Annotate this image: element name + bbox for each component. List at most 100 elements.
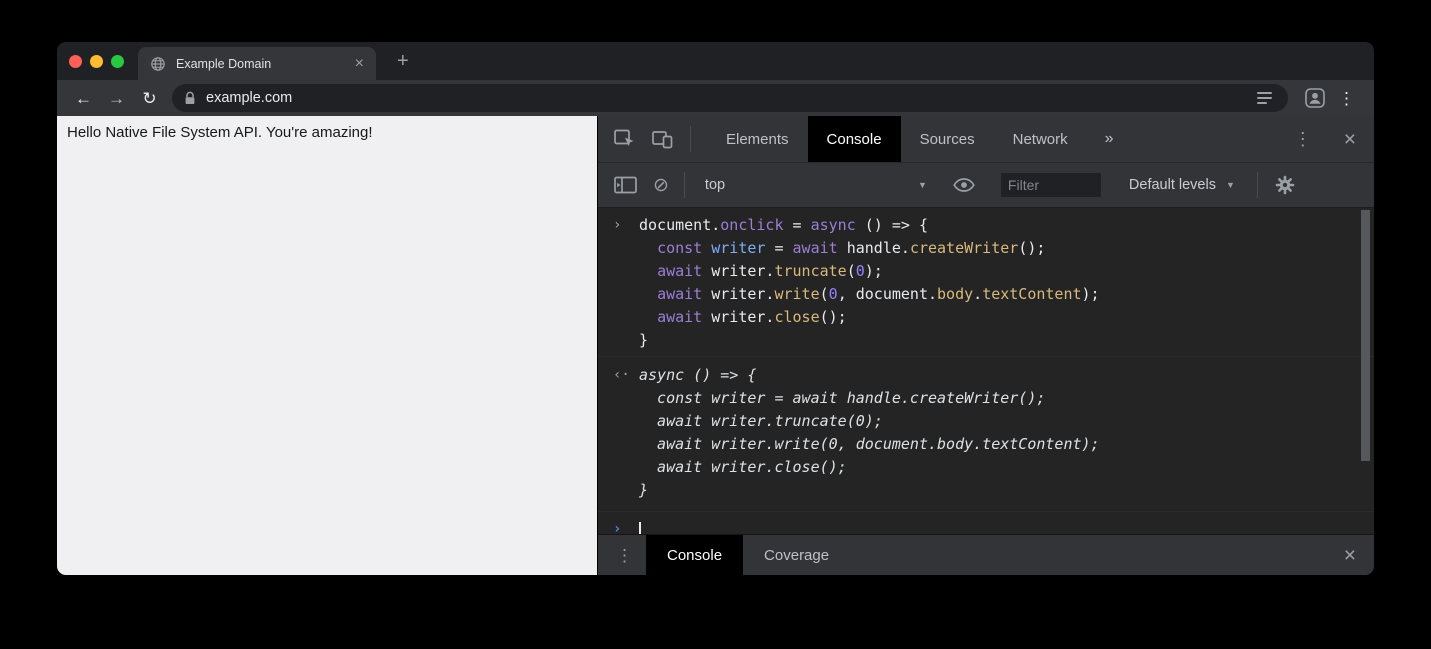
browser-menu-icon[interactable]: ⋮ [1332,90,1364,107]
page-body-text: Hello Native File System API. You're ama… [57,116,597,149]
code-token: await [657,308,702,326]
code-line: await writer.write(0, document.body.text… [639,283,1374,306]
toolbar-divider [690,126,691,152]
code-line: await writer.truncate(0); [639,260,1374,283]
prompt-chevron-icon: › [598,518,639,534]
code-token: writer. [702,285,774,303]
code-token: const [657,239,702,257]
address-bar[interactable]: example.com [172,84,1288,112]
log-levels-select[interactable]: Default levels ▼ [1129,177,1235,193]
back-button[interactable]: ← [67,90,100,107]
reload-button[interactable]: ↻ [133,90,166,107]
devtools-drawer: ⋮ Console Coverage × [598,534,1374,575]
window-controls [57,55,138,68]
console-result-entry: ‹·async () => { const writer = await han… [598,357,1374,512]
page-viewport: Hello Native File System API. You're ama… [57,116,597,575]
traffic-light-minimize-button[interactable] [90,55,103,68]
code-token: 0 [829,285,838,303]
code-token: = [765,239,792,257]
console-sidebar-icon[interactable] [614,176,637,194]
tab-elements[interactable]: Elements [707,116,808,162]
drawer-tab-console[interactable]: Console [646,535,743,575]
console-command-entry: ›document.onclick = async () => { const … [598,212,1374,357]
console-messages: › document.onclick = async () => { const … [598,208,1374,534]
code-token: handle. [838,239,910,257]
code-line: const writer = await handle.createWriter… [639,237,1374,260]
forward-button[interactable]: → [100,90,133,107]
browser-window: Example Domain × + ← → ↻ example.com ⋮ H… [57,42,1374,575]
tab-strip: Example Domain × + [57,42,1374,80]
profile-icon[interactable] [1305,88,1325,108]
traffic-light-zoom-button[interactable] [111,55,124,68]
text-cursor [639,522,641,535]
devtools-menu-icon[interactable]: ⋮ [1290,130,1316,148]
code-token: ( [820,285,829,303]
code-token: 0 [856,262,865,280]
filter-input[interactable] [1001,173,1101,197]
traffic-light-close-button[interactable] [69,55,82,68]
code-token: writer. [702,308,774,326]
drawer-close-icon[interactable]: × [1344,545,1356,566]
code-line: await writer.close(); [639,456,1374,479]
code-token: async [811,216,856,234]
devtools-panel: Elements Console Sources Network » ⋮ × ⊘… [597,116,1374,575]
code-token: await [657,262,702,280]
tab-close-icon[interactable]: × [351,56,368,72]
window-content: Hello Native File System API. You're ama… [57,116,1374,575]
scrollbar-thumb[interactable] [1361,210,1370,461]
context-select[interactable]: top ▼ [705,177,927,193]
code-line: } [639,329,1374,352]
result-arrow-icon: ‹· [598,364,639,502]
code-token: onclick [720,216,783,234]
result-code: async () => { const writer = await handl… [639,364,1374,502]
code-token: ( [847,262,856,280]
code-token [639,308,657,326]
code-token: writer [711,239,765,257]
devtools-tabs: Elements Console Sources Network » [707,116,1133,162]
code-token: close [774,308,819,326]
code-token: ); [865,262,883,280]
new-tab-button[interactable]: + [390,51,416,71]
more-tabs-icon[interactable]: » [1087,116,1133,162]
code-token: . [973,285,982,303]
url-text: example.com [206,90,1257,106]
code-token: (); [820,308,847,326]
chevron-down-icon: ▼ [1226,180,1235,190]
code-token [639,239,657,257]
settings-gear-icon[interactable] [1275,175,1295,195]
toolbar-divider [1257,172,1258,198]
code-token: } [639,331,648,349]
devtools-close-icon[interactable]: × [1344,129,1356,150]
device-toolbar-icon[interactable] [652,130,673,149]
code-line: await writer.truncate(0); [639,410,1374,433]
tab-sources[interactable]: Sources [901,116,994,162]
code-line: document.onclick = async () => { [639,214,1374,237]
clear-console-icon[interactable]: ⊘ [653,176,669,195]
inspect-element-icon[interactable] [614,129,636,149]
lock-icon[interactable] [184,91,196,106]
code-token: createWriter [910,239,1018,257]
code-token [639,285,657,303]
tab-console[interactable]: Console [808,116,901,162]
live-expression-eye-icon[interactable] [953,177,975,193]
browser-toolbar: ← → ↻ example.com ⋮ [57,80,1374,116]
drawer-tab-coverage[interactable]: Coverage [743,535,850,575]
code-token: truncate [774,262,846,280]
code-line: await writer.write(0, document.body.text… [639,433,1374,456]
chevron-down-icon: ▼ [918,180,927,190]
drawer-menu-icon[interactable]: ⋮ [616,547,633,564]
toolbar-divider [684,172,685,198]
code-line: const writer = await handle.createWriter… [639,387,1374,410]
code-token: write [774,285,819,303]
code-token: (); [1018,239,1045,257]
tab-network[interactable]: Network [994,116,1087,162]
browser-tab[interactable]: Example Domain × [138,47,376,80]
code-token: = [784,216,811,234]
code-token: ); [1082,285,1100,303]
code-token: () => { [856,216,928,234]
command-code: document.onclick = async () => { const w… [639,214,1374,352]
console-prompt[interactable]: › [598,512,1374,534]
code-line: } [639,479,1374,502]
console-scrollbar[interactable] [1359,210,1371,532]
reading-list-icon[interactable] [1257,92,1272,104]
